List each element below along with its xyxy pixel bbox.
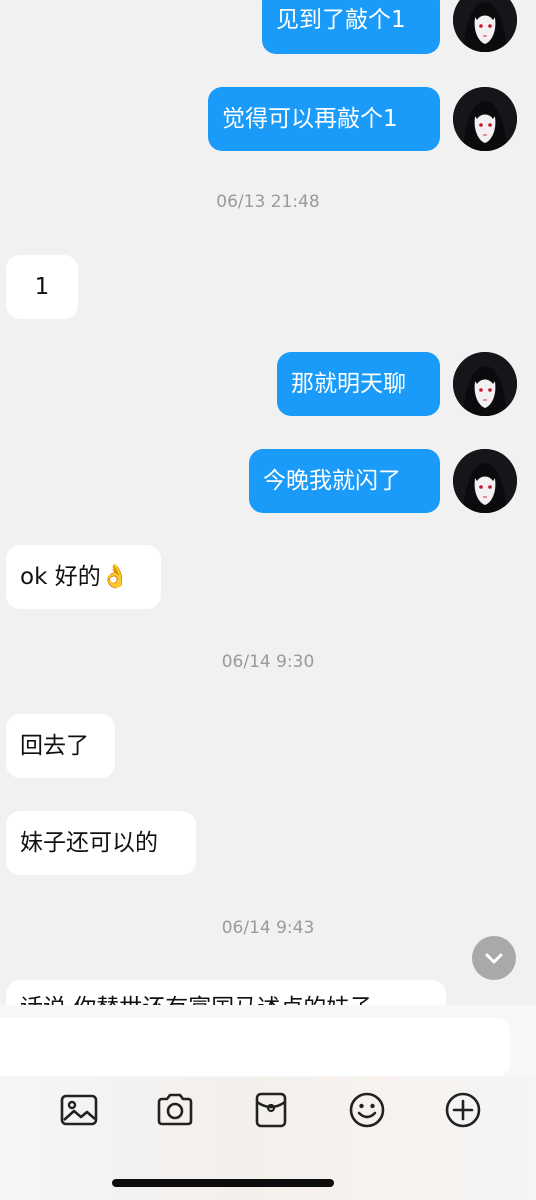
- image-icon: [60, 1094, 98, 1126]
- partial-message-clip: 话说 你替世还有富国马述卢的妹子: [6, 980, 446, 1005]
- avatar-image: [453, 449, 517, 513]
- avatar-image: [453, 352, 517, 416]
- received-message-bubble[interactable]: 1: [6, 255, 78, 319]
- sent-message-bubble[interactable]: 见到了敲个1: [262, 0, 440, 54]
- message-input-bar: [0, 1005, 536, 1077]
- avatar[interactable]: [453, 87, 517, 151]
- red-packet-button[interactable]: [251, 1090, 291, 1130]
- more-button[interactable]: [443, 1090, 483, 1130]
- received-message-bubble[interactable]: 话说 你替世还有富国马述卢的妹子: [6, 980, 446, 1005]
- chevron-down-icon: [485, 953, 503, 964]
- received-message-bubble[interactable]: ok 好的👌: [6, 545, 161, 609]
- red-packet-icon: [255, 1092, 287, 1128]
- timestamp: 06/13 21:48: [216, 192, 320, 212]
- sent-message-bubble[interactable]: 今晚我就闪了: [249, 449, 440, 513]
- scroll-to-bottom-button[interactable]: [472, 936, 516, 980]
- emoji-button[interactable]: [347, 1090, 387, 1130]
- message-input[interactable]: [0, 1018, 510, 1076]
- sent-message-bubble[interactable]: 觉得可以再敲个1: [208, 87, 440, 151]
- plus-icon: [445, 1092, 481, 1128]
- avatar[interactable]: [453, 352, 517, 416]
- avatar[interactable]: [453, 0, 517, 52]
- camera-icon: [157, 1093, 193, 1126]
- timestamp: 06/14 9:43: [221, 918, 315, 938]
- image-button[interactable]: [59, 1090, 99, 1130]
- camera-button[interactable]: [155, 1090, 195, 1130]
- received-message-bubble[interactable]: 回去了: [6, 714, 115, 778]
- sent-message-bubble[interactable]: 那就明天聊: [277, 352, 440, 416]
- avatar-image: [453, 87, 517, 151]
- received-message-bubble[interactable]: 妹子还可以的: [6, 811, 196, 875]
- avatar-image: [453, 0, 517, 52]
- home-indicator[interactable]: [112, 1179, 334, 1187]
- avatar[interactable]: [453, 449, 517, 513]
- timestamp: 06/14 9:30: [221, 652, 315, 672]
- emoji-icon: [349, 1092, 385, 1128]
